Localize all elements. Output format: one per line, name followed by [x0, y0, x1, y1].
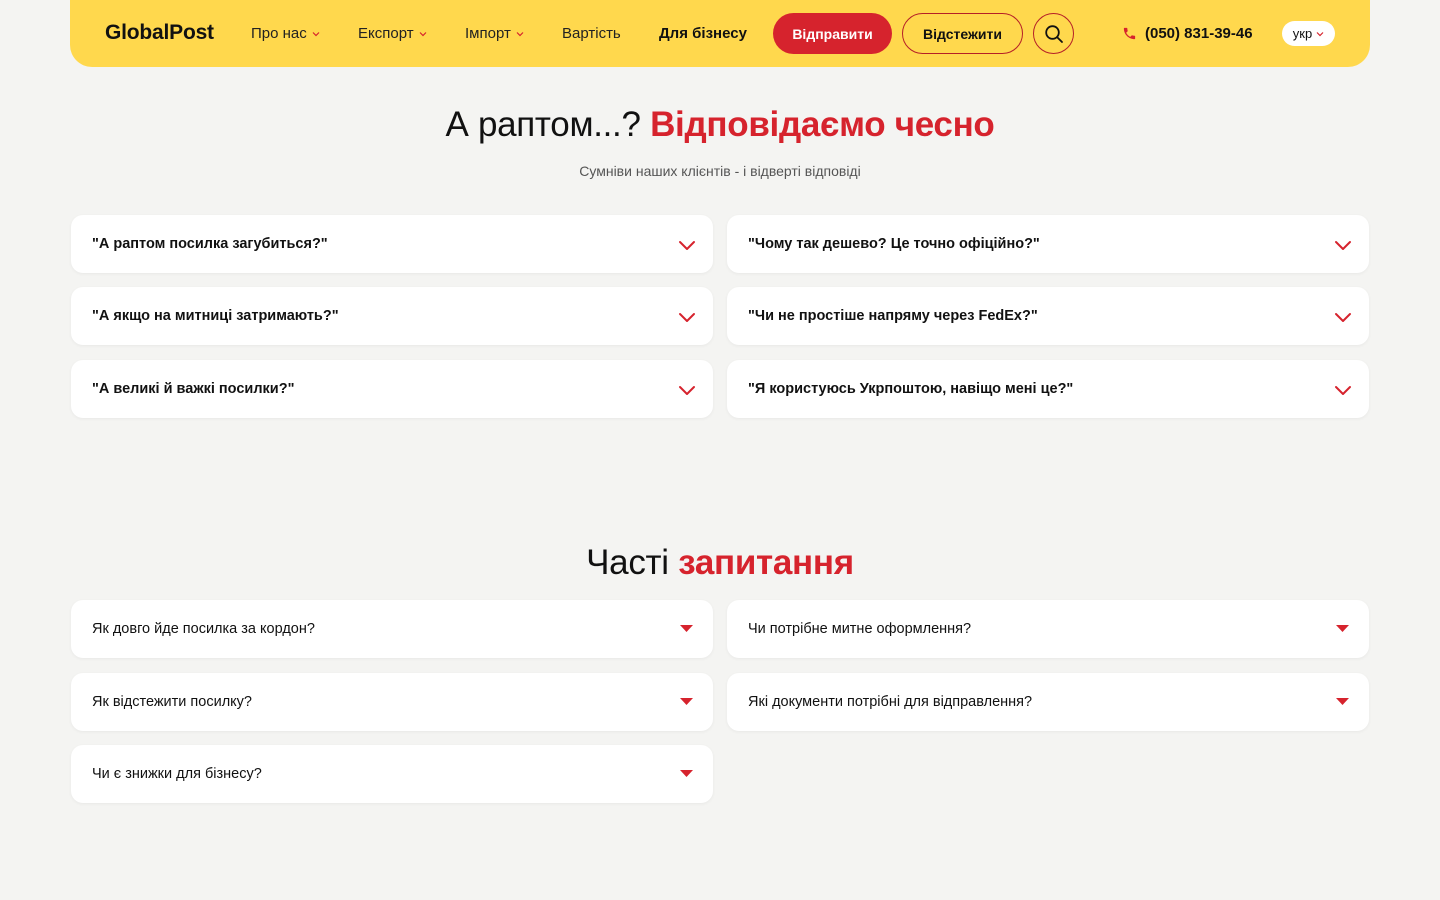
chevron-down-icon: [1335, 386, 1351, 395]
doubt-item[interactable]: "Я користуюсь Укрпоштою, навіщо мені це?…: [727, 360, 1369, 418]
chevron-down-icon: [419, 31, 427, 36]
faq-title: Часті запитання: [0, 543, 1440, 583]
caret-down-icon: [680, 770, 693, 777]
chevron-down-icon: [679, 313, 695, 322]
doubt-question: "А раптом посилка загубиться?": [92, 236, 328, 252]
doubt-question: "А якщо на митниці затримають?": [92, 308, 339, 324]
logo[interactable]: GlobalPost: [105, 21, 214, 45]
faq-item[interactable]: Чи є знижки для бізнесу?: [71, 745, 713, 803]
language-label: укр: [1292, 26, 1313, 41]
chevron-down-icon: [1335, 241, 1351, 250]
nav-pricing[interactable]: Вартість: [562, 25, 621, 42]
doubt-item[interactable]: "Чому так дешево? Це точно офіційно?": [727, 215, 1369, 273]
faq-question: Як довго йде посилка за кордон?: [92, 621, 315, 637]
nav-about[interactable]: Про нас: [251, 25, 320, 42]
faq-title-accent: запитання: [678, 543, 854, 582]
doubts-title-accent: Відповідаємо чесно: [650, 105, 995, 144]
doubt-item[interactable]: "А раптом посилка загубиться?": [71, 215, 713, 273]
nav-about-label: Про нас: [251, 25, 307, 42]
nav-business[interactable]: Для бізнесу: [659, 25, 747, 42]
nav-pricing-label: Вартість: [562, 25, 621, 42]
chevron-down-icon: [679, 386, 695, 395]
nav-export[interactable]: Експорт: [358, 25, 427, 42]
site-header: GlobalPost Про нас Експорт Імпорт Вартіс…: [70, 0, 1370, 67]
caret-down-icon: [1336, 698, 1349, 705]
send-button[interactable]: Відправити: [773, 13, 892, 54]
faq-question: Як відстежити посилку?: [92, 694, 252, 710]
nav-import-label: Імпорт: [465, 25, 511, 42]
language-select[interactable]: укр: [1282, 21, 1335, 46]
faq-item[interactable]: Які документи потрібні для відправлення?: [727, 673, 1369, 731]
phone-icon: [1123, 27, 1136, 40]
doubt-question: "Чому так дешево? Це точно офіційно?": [748, 236, 1040, 252]
doubt-item[interactable]: "А великі й важкі посилки?": [71, 360, 713, 418]
caret-down-icon: [680, 625, 693, 632]
faq-question: Чи є знижки для бізнесу?: [92, 766, 262, 782]
chevron-down-icon: [312, 31, 320, 36]
nav-import[interactable]: Імпорт: [465, 25, 524, 42]
caret-down-icon: [680, 698, 693, 705]
doubts-title-plain: А раптом...?: [445, 105, 641, 144]
doubts-title: А раптом...? Відповідаємо чесно: [0, 105, 1440, 145]
chevron-down-icon: [516, 31, 524, 36]
doubt-item[interactable]: "Чи не простіше напряму через FedEx?": [727, 287, 1369, 345]
phone-number: (050) 831-39-46: [1145, 25, 1253, 42]
faq-question: Які документи потрібні для відправлення?: [748, 694, 1033, 710]
faq-item[interactable]: Як довго йде посилка за кордон?: [71, 600, 713, 658]
search-button[interactable]: [1033, 13, 1074, 54]
faq-item[interactable]: Як відстежити посилку?: [71, 673, 713, 731]
nav-business-label: Для бізнесу: [659, 25, 747, 42]
faq-item[interactable]: Чи потрібне митне оформлення?: [727, 600, 1369, 658]
phone-link[interactable]: (050) 831-39-46: [1122, 25, 1253, 42]
doubts-subtitle: Сумніви наших клієнтів - і відверті відп…: [579, 163, 861, 179]
doubt-question: "Чи не простіше напряму через FedEx?": [748, 308, 1038, 324]
chevron-down-icon: [1316, 31, 1324, 36]
faq-title-plain: Часті: [586, 543, 669, 582]
search-icon: [1044, 24, 1063, 43]
faq-question: Чи потрібне митне оформлення?: [748, 621, 972, 637]
chevron-down-icon: [1335, 313, 1351, 322]
track-button[interactable]: Відстежити: [902, 13, 1023, 54]
doubt-question: "А великі й важкі посилки?": [92, 381, 295, 397]
nav-export-label: Експорт: [358, 25, 414, 42]
caret-down-icon: [1336, 625, 1349, 632]
chevron-down-icon: [679, 241, 695, 250]
doubt-question: "Я користуюсь Укрпоштою, навіщо мені це?…: [748, 381, 1074, 397]
doubt-item[interactable]: "А якщо на митниці затримають?": [71, 287, 713, 345]
